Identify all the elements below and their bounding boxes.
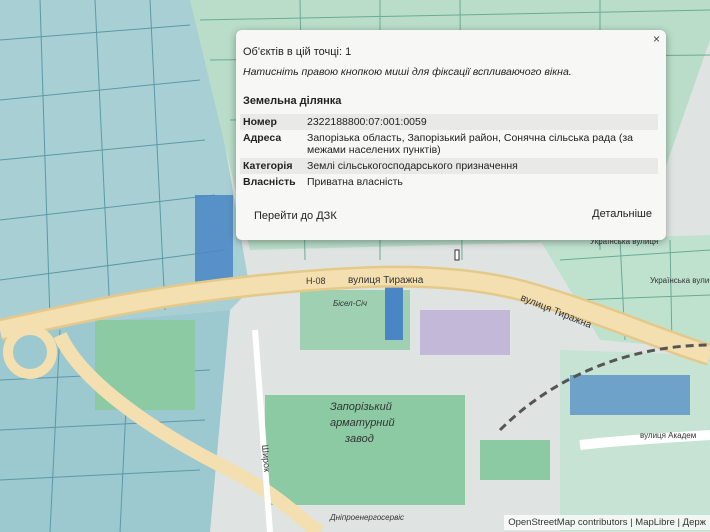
label-plant-1: Запорізький	[330, 401, 392, 413]
attr-value: Землі сільськогосподарського призначення	[304, 158, 658, 174]
parcel-attributes-table: Номер 2322188800:07:001:0059 Адреса Запо…	[240, 114, 658, 190]
label-plant-3: завод	[344, 433, 374, 445]
popup-title: Земельна ділянка	[243, 95, 342, 107]
label-street-right: Українська вулиця	[650, 276, 710, 285]
label-street-akadem: вулиця Академ	[640, 431, 696, 440]
label-street-1: вулиця Тиражна	[348, 275, 424, 286]
map-attribution[interactable]: OpenStreetMap contributors | MapLibre | …	[504, 515, 710, 530]
green-block-3	[480, 440, 550, 480]
table-row: Власність Приватна власність	[240, 174, 658, 190]
hand-cursor-icon	[454, 249, 460, 261]
purple-block	[420, 310, 510, 355]
parcel-blue-east	[570, 375, 690, 415]
table-row: Категорія Землі сільськогосподарського п…	[240, 158, 658, 174]
label-bottom-street: Дніпроенергосервіс	[329, 513, 404, 522]
table-row: Номер 2322188800:07:001:0059	[240, 114, 658, 130]
label-plant-2: арматурний	[330, 417, 395, 429]
close-icon[interactable]: ×	[653, 32, 660, 46]
details-link[interactable]: Детальніше	[592, 208, 652, 220]
attr-value: Запорізька область, Запорізький район, С…	[307, 132, 634, 156]
go-to-dzk-link[interactable]: Перейти до ДЗК	[254, 210, 337, 222]
attr-value: Приватна власність	[307, 176, 403, 188]
attr-key: Адреса	[243, 132, 282, 144]
parcel-highlight-blue	[195, 195, 233, 285]
parcel-blue-small	[385, 285, 403, 340]
parcel-info-popup: × Об'єктів в цій точці: 1 Натисніть прав…	[236, 30, 666, 240]
objects-count: Об'єктів в цій точці: 1	[243, 46, 352, 58]
attr-key: Номер	[240, 114, 304, 130]
label-poi-small: Бісел-Січ	[333, 299, 367, 308]
popup-hint: Натисніть правою кнопкою миші для фіксац…	[243, 66, 572, 78]
attr-value: 2322188800:07:001:0059	[304, 114, 658, 130]
table-row: Адреса Запорізька область, Запорізький р…	[240, 130, 658, 158]
label-road-code: Н-08	[306, 276, 326, 286]
attr-key: Категорія	[240, 158, 304, 174]
attr-key: Власність	[243, 176, 296, 188]
